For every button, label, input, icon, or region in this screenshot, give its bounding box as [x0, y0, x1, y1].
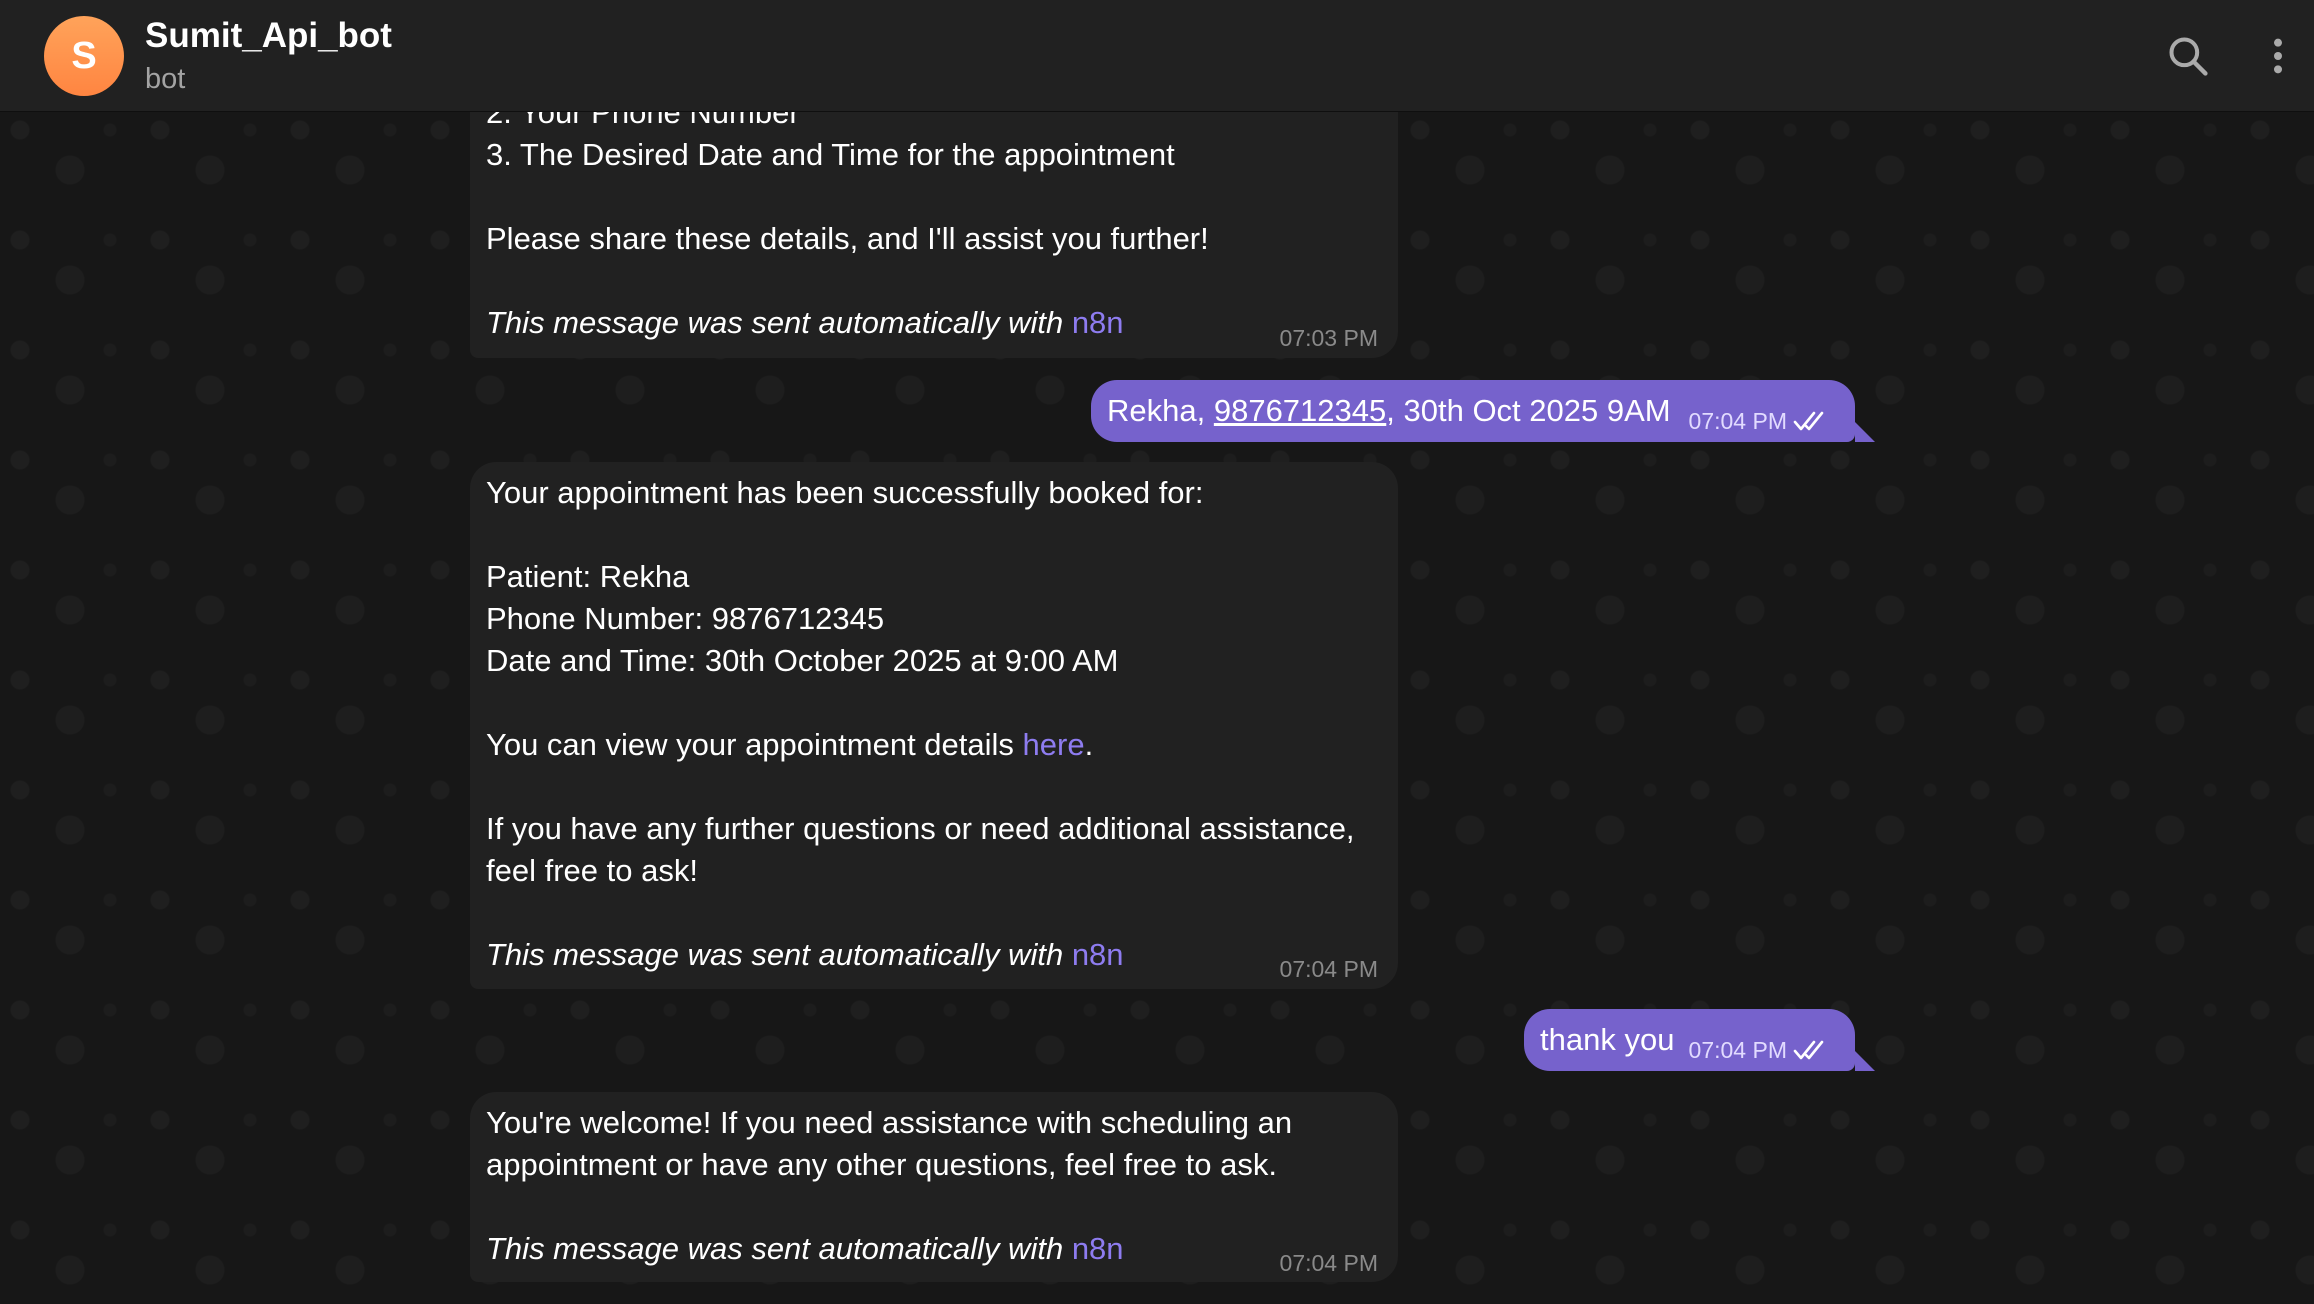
message-line: Please share these details, and I'll ass…	[486, 221, 1209, 256]
n8n-link[interactable]: n8n	[1072, 1231, 1124, 1266]
double-check-icon	[1793, 1040, 1824, 1060]
n8n-link[interactable]: n8n	[1072, 305, 1124, 340]
more-vertical-icon	[2274, 38, 2282, 74]
phone-link[interactable]: 9876712345	[1214, 393, 1386, 428]
message-text: thank you	[1540, 1022, 1675, 1057]
message-time: 07:04 PM	[1279, 956, 1378, 982]
message-line	[486, 176, 1209, 218]
incoming-message[interactable]: Your appointment has been successfully b…	[470, 462, 1398, 989]
outgoing-message[interactable]: thank you 07:04 PM	[1524, 1009, 1855, 1071]
double-check-icon	[1793, 411, 1824, 431]
message-line: feel free to ask!	[486, 853, 698, 888]
message-line: 3. The Desired Date and Time for the app…	[486, 137, 1175, 172]
auto-sent-note: This message was sent automatically with…	[486, 302, 1209, 344]
auto-sent-text: This message was sent automatically with	[486, 1231, 1064, 1266]
message-line: Date and Time: 30th October 2025 at 9:00…	[486, 643, 1119, 678]
outgoing-message[interactable]: Rekha, 9876712345, 30th Oct 2025 9AM 07:…	[1091, 380, 1855, 442]
message-line: You can view your appointment details he…	[486, 724, 1355, 766]
message-status: 07:04 PM	[1689, 1029, 1829, 1071]
message-time: 07:04 PM	[1688, 1037, 1787, 1063]
message-line: appointment or have any other questions,…	[486, 1147, 1277, 1182]
chat-header: S Sumit_Api_bot bot	[0, 0, 2314, 112]
auto-sent-note: This message was sent automatically with…	[486, 934, 1355, 976]
message-line: Phone Number: 9876712345	[486, 601, 885, 636]
message-line: If you have any further questions or nee…	[486, 811, 1355, 846]
message-text: You can view your appointment details	[486, 727, 1023, 762]
search-button[interactable]	[2160, 28, 2216, 84]
message-text: .	[1084, 727, 1094, 762]
auto-sent-text: This message was sent automatically with	[486, 937, 1064, 972]
message-time: 07:03 PM	[1279, 325, 1378, 351]
message-line: You're welcome! If you need assistance w…	[486, 1105, 1293, 1140]
here-link[interactable]: here	[1023, 727, 1085, 762]
more-options-button[interactable]	[2250, 28, 2306, 84]
message-text: Rekha,	[1107, 393, 1214, 428]
auto-sent-note: This message was sent automatically with…	[486, 1228, 1292, 1270]
message-time: 07:04 PM	[1688, 408, 1787, 434]
n8n-link[interactable]: n8n	[1072, 937, 1124, 972]
chat-title[interactable]: Sumit_Api_bot	[145, 16, 392, 56]
message-status: 07:04 PM	[1689, 400, 1829, 442]
message-time: 07:04 PM	[1279, 1250, 1378, 1276]
avatar[interactable]: S	[44, 16, 124, 96]
message-line: Patient: Rekha	[486, 559, 690, 594]
search-icon	[2169, 37, 2208, 76]
incoming-message[interactable]: You're welcome! If you need assistance w…	[470, 1092, 1398, 1282]
message-text: , 30th Oct 2025 9AM	[1386, 393, 1671, 428]
chat-subtitle: bot	[145, 63, 186, 95]
auto-sent-text: This message was sent automatically with	[486, 305, 1064, 340]
message-line: Your appointment has been successfully b…	[486, 475, 1204, 510]
